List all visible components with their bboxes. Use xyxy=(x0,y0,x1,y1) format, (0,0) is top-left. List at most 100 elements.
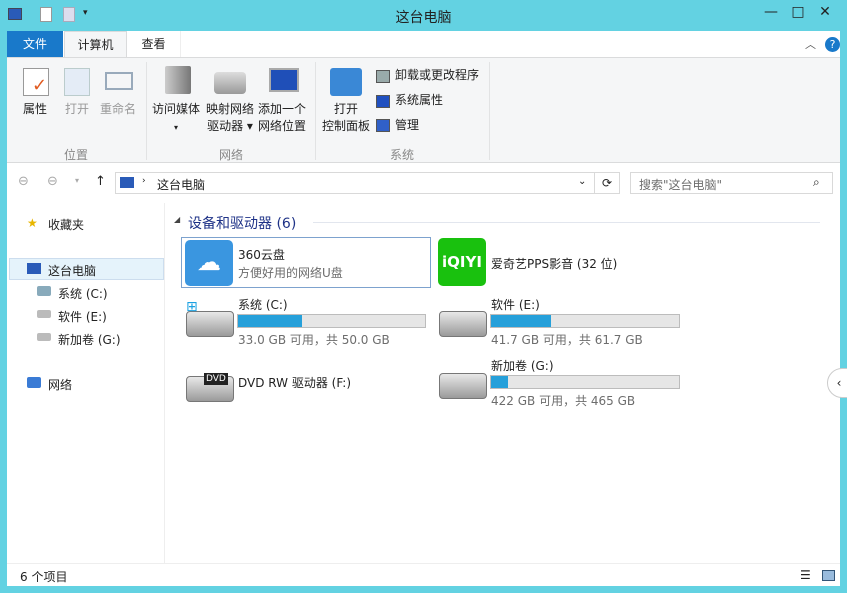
manage-button[interactable]: 管理 xyxy=(395,117,419,134)
map-network-drive-button[interactable]: 映射网络驱动器 ▾ xyxy=(203,101,257,135)
open-button[interactable]: 打开 xyxy=(57,101,97,118)
access-media-label: 访问媒体 xyxy=(152,102,200,116)
tab-file[interactable]: 文件 xyxy=(7,31,63,58)
open-control-panel-button[interactable]: 打开控制面板 xyxy=(319,101,373,135)
control-panel-icon xyxy=(330,68,362,96)
drive-e-usage-bar xyxy=(490,314,680,328)
tab-view[interactable]: 查看 xyxy=(127,31,181,58)
drive-c-usage-fill xyxy=(238,315,302,327)
properties-icon: ✓ xyxy=(23,68,49,96)
status-bar: 6 个项目 ☰ xyxy=(7,563,840,586)
explorer-body: ⊖ ⊖ ▾ ↑ › 这台电脑 ⌄ ⟳ 搜索"这台电脑" ⌕ ★ 收藏夹 这台电脑… xyxy=(7,163,840,563)
drive-g-usage-fill xyxy=(491,376,508,388)
close-button[interactable]: ✕ xyxy=(812,4,838,20)
drive-e-info: 41.7 GB 可用，共 61.7 GB xyxy=(491,331,643,348)
drive-f-name[interactable]: DVD RW 驱动器 (F:) xyxy=(238,374,351,391)
access-media-button[interactable]: 访问媒体 ▾ xyxy=(150,101,202,136)
search-box[interactable]: 搜索"这台电脑" ⌕ xyxy=(630,172,833,194)
system-properties-icon xyxy=(376,95,390,108)
drive-e-name[interactable]: 软件 (E:) xyxy=(491,296,540,313)
minimize-button[interactable]: — xyxy=(758,4,784,20)
breadcrumb-chevron-icon[interactable]: › xyxy=(142,176,146,186)
divider xyxy=(489,62,490,160)
group-label-location: 位置 xyxy=(7,146,145,163)
drive-icon xyxy=(439,373,487,399)
tab-computer[interactable]: 计算机 xyxy=(64,31,127,59)
network-icon xyxy=(27,377,41,388)
windows-logo-icon: ⊞ xyxy=(186,299,198,315)
uninstall-icon xyxy=(376,70,390,83)
uninstall-button[interactable]: 卸载或更改程序 xyxy=(395,67,479,84)
nav-this-pc[interactable]: 这台电脑 xyxy=(48,262,96,279)
details-view-icon[interactable]: ☰ xyxy=(800,568,811,582)
up-button[interactable]: ↑ xyxy=(95,174,106,189)
search-icon[interactable]: ⌕ xyxy=(813,175,820,190)
ribbon-tabs: 文件 计算机 查看 ︿ ? xyxy=(7,31,840,58)
computer-icon xyxy=(120,177,134,188)
drive-c-name[interactable]: 系统 (C:) xyxy=(238,296,288,313)
item-count: 6 个项目 xyxy=(20,568,67,585)
rename-icon xyxy=(105,72,133,90)
address-dropdown-icon[interactable]: ⌄ xyxy=(578,176,586,187)
star-icon: ★ xyxy=(27,216,38,230)
forward-button[interactable]: ⊖ xyxy=(47,174,58,189)
expand-panel-button[interactable]: ‹ xyxy=(827,368,847,398)
collapse-ribbon-icon[interactable]: ︿ xyxy=(805,36,816,52)
cloud-icon: ☁ xyxy=(185,240,233,286)
drive-g-name[interactable]: 新加卷 (G:) xyxy=(491,357,554,374)
ribbon: ✓ 属性 打开 重命名 位置 访问媒体▾ 映射网络驱动器 ▾ 添加一个网络位置 … xyxy=(7,57,840,163)
properties-button[interactable]: 属性 xyxy=(15,101,55,118)
drive-icon xyxy=(37,286,51,296)
group-label-network: 网络 xyxy=(147,146,315,163)
system-properties-button[interactable]: 系统属性 xyxy=(395,92,443,109)
item-name: 360云盘 xyxy=(238,246,285,263)
drive-c-usage-bar xyxy=(237,314,426,328)
help-icon[interactable]: ? xyxy=(825,37,840,52)
drive-icon xyxy=(37,333,51,341)
add-location-label-1: 添加一个 xyxy=(258,102,306,116)
open-icon xyxy=(64,68,90,96)
rename-button[interactable]: 重命名 xyxy=(95,101,141,118)
navigation-pane: ★ 收藏夹 这台电脑 系统 (C:) 软件 (E:) 新加卷 (G:) 网络 xyxy=(7,203,165,563)
drive-e-usage-fill xyxy=(491,315,551,327)
media-server-icon xyxy=(165,66,191,94)
drive-g-usage-bar xyxy=(490,375,680,389)
window-title: 这台电脑 xyxy=(0,7,847,27)
drive-icon xyxy=(439,311,487,337)
large-icons-view-icon[interactable] xyxy=(822,570,835,581)
add-network-location-button[interactable]: 添加一个网络位置 xyxy=(256,101,308,135)
dropdown-arrow-icon: ▾ xyxy=(174,123,178,132)
maximize-button[interactable]: □ xyxy=(785,4,811,20)
item-iqiyi[interactable]: 爱奇艺PPS影音 (32 位) xyxy=(491,255,617,272)
group-label-system: 系统 xyxy=(316,146,488,163)
control-panel-label-1: 打开 xyxy=(334,102,358,116)
control-panel-label-2: 控制面板 xyxy=(322,119,370,133)
back-button[interactable]: ⊖ xyxy=(18,174,29,189)
iqiyi-logo-text: iQIYI xyxy=(442,253,482,271)
address-bar[interactable]: › 这台电脑 ⌄ ⟳ xyxy=(115,172,620,194)
nav-favorites[interactable]: 收藏夹 xyxy=(48,216,84,233)
dvd-badge: DVD xyxy=(204,373,228,385)
iqiyi-logo-icon[interactable]: iQIYI xyxy=(438,238,486,286)
refresh-button[interactable]: ⟳ xyxy=(594,172,619,194)
drive-icon xyxy=(37,310,51,318)
nav-network[interactable]: 网络 xyxy=(48,376,72,393)
search-input[interactable]: 搜索"这台电脑" xyxy=(639,176,722,193)
section-divider xyxy=(313,222,820,223)
breadcrumb-this-pc[interactable]: 这台电脑 xyxy=(157,176,205,193)
computer-icon xyxy=(27,263,41,274)
collapse-group-icon[interactable]: ◢ xyxy=(174,215,180,224)
drive-g-info: 422 GB 可用，共 465 GB xyxy=(491,392,635,409)
map-drive-label-2: 驱动器 xyxy=(207,119,243,133)
title-bar: ▾ 这台电脑 — □ ✕ xyxy=(0,0,847,30)
nav-drive-e[interactable]: 软件 (E:) xyxy=(58,308,107,325)
item-360-cloud[interactable]: ☁ 360云盘 方便好用的网络U盘 xyxy=(181,237,431,288)
nav-drive-c[interactable]: 系统 (C:) xyxy=(58,285,108,302)
network-location-icon xyxy=(269,68,299,92)
recent-locations-icon[interactable]: ▾ xyxy=(75,176,79,185)
drive-c-info: 33.0 GB 可用，共 50.0 GB xyxy=(238,331,390,348)
map-drive-label-1: 映射网络 xyxy=(206,102,254,116)
map-drive-icon xyxy=(214,72,246,94)
section-header[interactable]: 设备和驱动器 (6) xyxy=(188,213,296,233)
nav-drive-g[interactable]: 新加卷 (G:) xyxy=(58,331,121,348)
